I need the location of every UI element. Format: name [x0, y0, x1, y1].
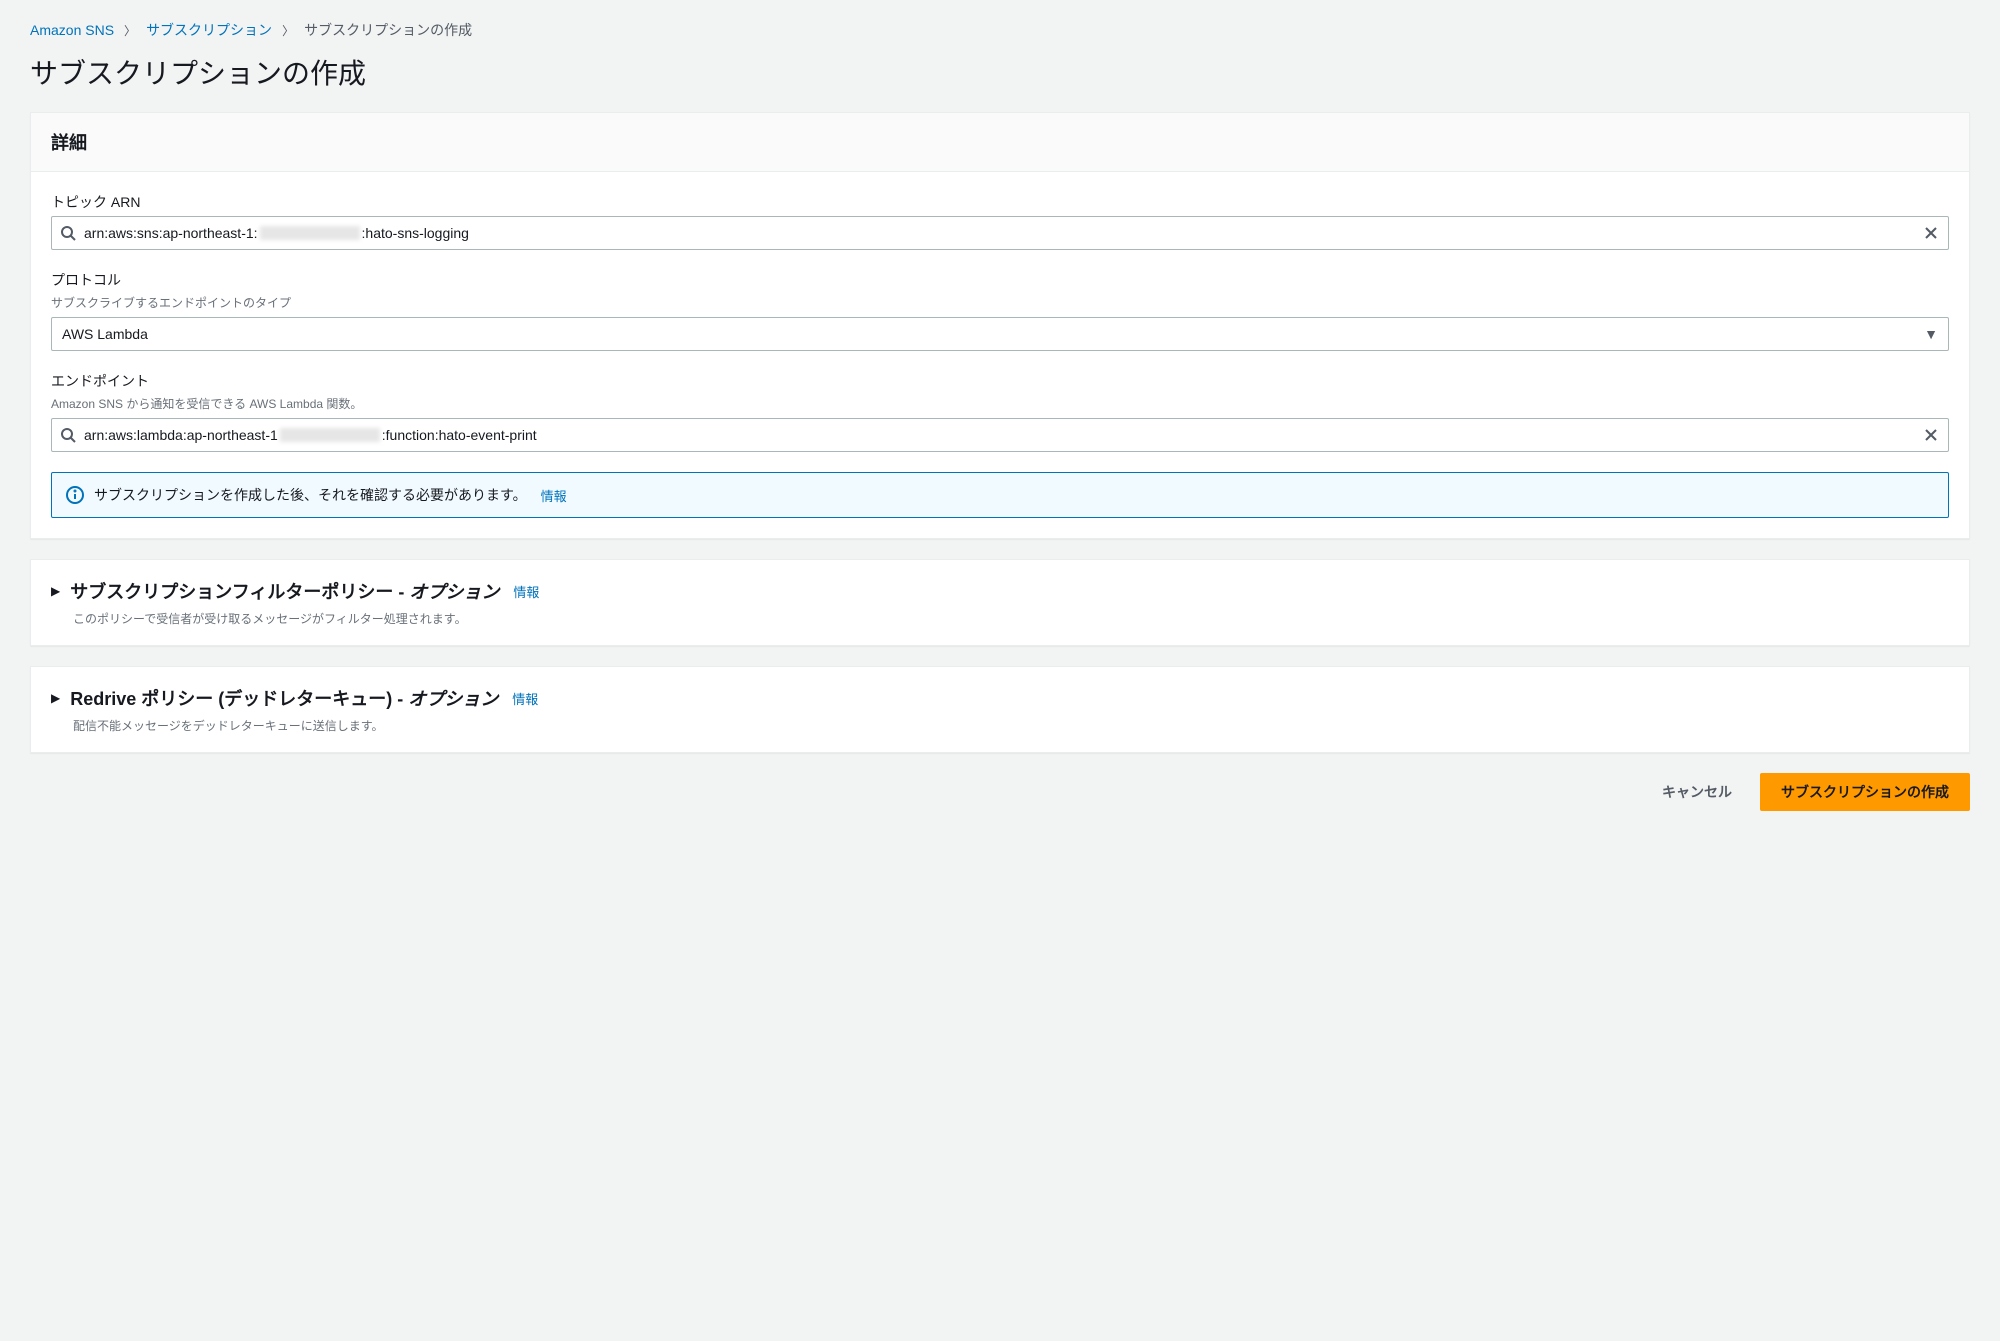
form-group-endpoint: エンドポイント Amazon SNS から通知を受信できる AWS Lambda…: [51, 371, 1949, 452]
panel-filter-policy: ▶ サブスクリプションフィルターポリシー - オプション 情報 このポリシーで受…: [30, 559, 1970, 646]
info-link-redrive[interactable]: 情報: [512, 689, 538, 708]
form-group-protocol: プロトコル サブスクライブするエンドポイントのタイプ AWS Lambda ▼: [51, 270, 1949, 351]
expandable-header-filter[interactable]: ▶ サブスクリプションフィルターポリシー - オプション 情報: [51, 578, 1949, 604]
protocol-value: AWS Lambda: [62, 326, 148, 342]
endpoint-suffix: :function:hato-event-print: [382, 427, 537, 443]
filter-policy-desc: このポリシーで受信者が受け取るメッセージがフィルター処理されます。: [73, 610, 1949, 627]
endpoint-prefix: arn:aws:lambda:ap-northeast-1: [84, 427, 278, 443]
endpoint-value[interactable]: arn:aws:lambda:ap-northeast-1 :function:…: [84, 427, 1914, 443]
form-group-topic-arn: トピック ARN arn:aws:sns:ap-northeast-1: :ha…: [51, 192, 1949, 250]
search-icon: [52, 427, 84, 443]
panel-details: 詳細 トピック ARN arn:aws:sns:ap-northeast-1: …: [30, 112, 1970, 539]
info-link[interactable]: 情報: [541, 486, 567, 505]
label-endpoint: エンドポイント: [51, 371, 1949, 391]
topic-arn-input-wrapper[interactable]: arn:aws:sns:ap-northeast-1: :hato-sns-lo…: [51, 216, 1949, 250]
info-icon: [66, 486, 84, 504]
hint-protocol: サブスクライブするエンドポイントのタイプ: [51, 294, 1949, 311]
redrive-title-optional: オプション: [408, 689, 498, 709]
panel-title-details: 詳細: [51, 129, 1949, 155]
redrive-policy-title: Redrive ポリシー (デッドレターキュー) - オプション: [70, 685, 498, 711]
cancel-button[interactable]: キャンセル: [1650, 774, 1744, 810]
topic-arn-suffix: :hato-sns-logging: [362, 225, 469, 241]
topic-arn-value[interactable]: arn:aws:sns:ap-northeast-1: :hato-sns-lo…: [84, 225, 1914, 241]
redacted-account-id: [260, 226, 360, 240]
action-row: キャンセル サブスクリプションの作成: [30, 773, 1970, 811]
caret-right-icon: ▶: [51, 691, 60, 705]
filter-title-optional: オプション: [409, 582, 499, 602]
clear-icon[interactable]: [1914, 226, 1948, 240]
breadcrumb: Amazon SNS 〉 サブスクリプション 〉 サブスクリプションの作成: [30, 20, 1970, 40]
redrive-policy-desc: 配信不能メッセージをデッドレターキューに送信します。: [73, 717, 1949, 734]
panel-redrive-policy: ▶ Redrive ポリシー (デッドレターキュー) - オプション 情報 配信…: [30, 666, 1970, 753]
breadcrumb-link-subscriptions[interactable]: サブスクリプション: [146, 20, 272, 40]
chevron-right-icon: 〉: [124, 22, 136, 39]
page-title: サブスクリプションの作成: [30, 52, 1970, 92]
breadcrumb-link-sns[interactable]: Amazon SNS: [30, 22, 114, 38]
info-text: サブスクリプションを作成した後、それを確認する必要があります。: [94, 485, 527, 505]
protocol-select[interactable]: AWS Lambda ▼: [51, 317, 1949, 351]
label-topic-arn: トピック ARN: [51, 192, 1949, 212]
redrive-title-main: Redrive ポリシー (デッドレターキュー) -: [70, 689, 408, 709]
redacted-account-id: [280, 428, 380, 442]
breadcrumb-current: サブスクリプションの作成: [304, 20, 472, 40]
caret-down-icon: ▼: [1924, 326, 1938, 342]
info-alert: サブスクリプションを作成した後、それを確認する必要があります。 情報: [51, 472, 1949, 518]
panel-body-details: トピック ARN arn:aws:sns:ap-northeast-1: :ha…: [31, 172, 1969, 538]
filter-policy-title: サブスクリプションフィルターポリシー - オプション: [70, 578, 499, 604]
chevron-right-icon: 〉: [282, 22, 294, 39]
filter-title-main: サブスクリプションフィルターポリシー -: [70, 582, 409, 602]
search-icon: [52, 225, 84, 241]
create-subscription-button[interactable]: サブスクリプションの作成: [1760, 773, 1970, 811]
label-protocol: プロトコル: [51, 270, 1949, 290]
caret-right-icon: ▶: [51, 584, 60, 598]
info-link-filter[interactable]: 情報: [513, 582, 539, 601]
topic-arn-prefix: arn:aws:sns:ap-northeast-1:: [84, 225, 258, 241]
hint-endpoint: Amazon SNS から通知を受信できる AWS Lambda 関数。: [51, 395, 1949, 412]
panel-header-details: 詳細: [31, 113, 1969, 172]
clear-icon[interactable]: [1914, 428, 1948, 442]
expandable-header-redrive[interactable]: ▶ Redrive ポリシー (デッドレターキュー) - オプション 情報: [51, 685, 1949, 711]
endpoint-input-wrapper[interactable]: arn:aws:lambda:ap-northeast-1 :function:…: [51, 418, 1949, 452]
